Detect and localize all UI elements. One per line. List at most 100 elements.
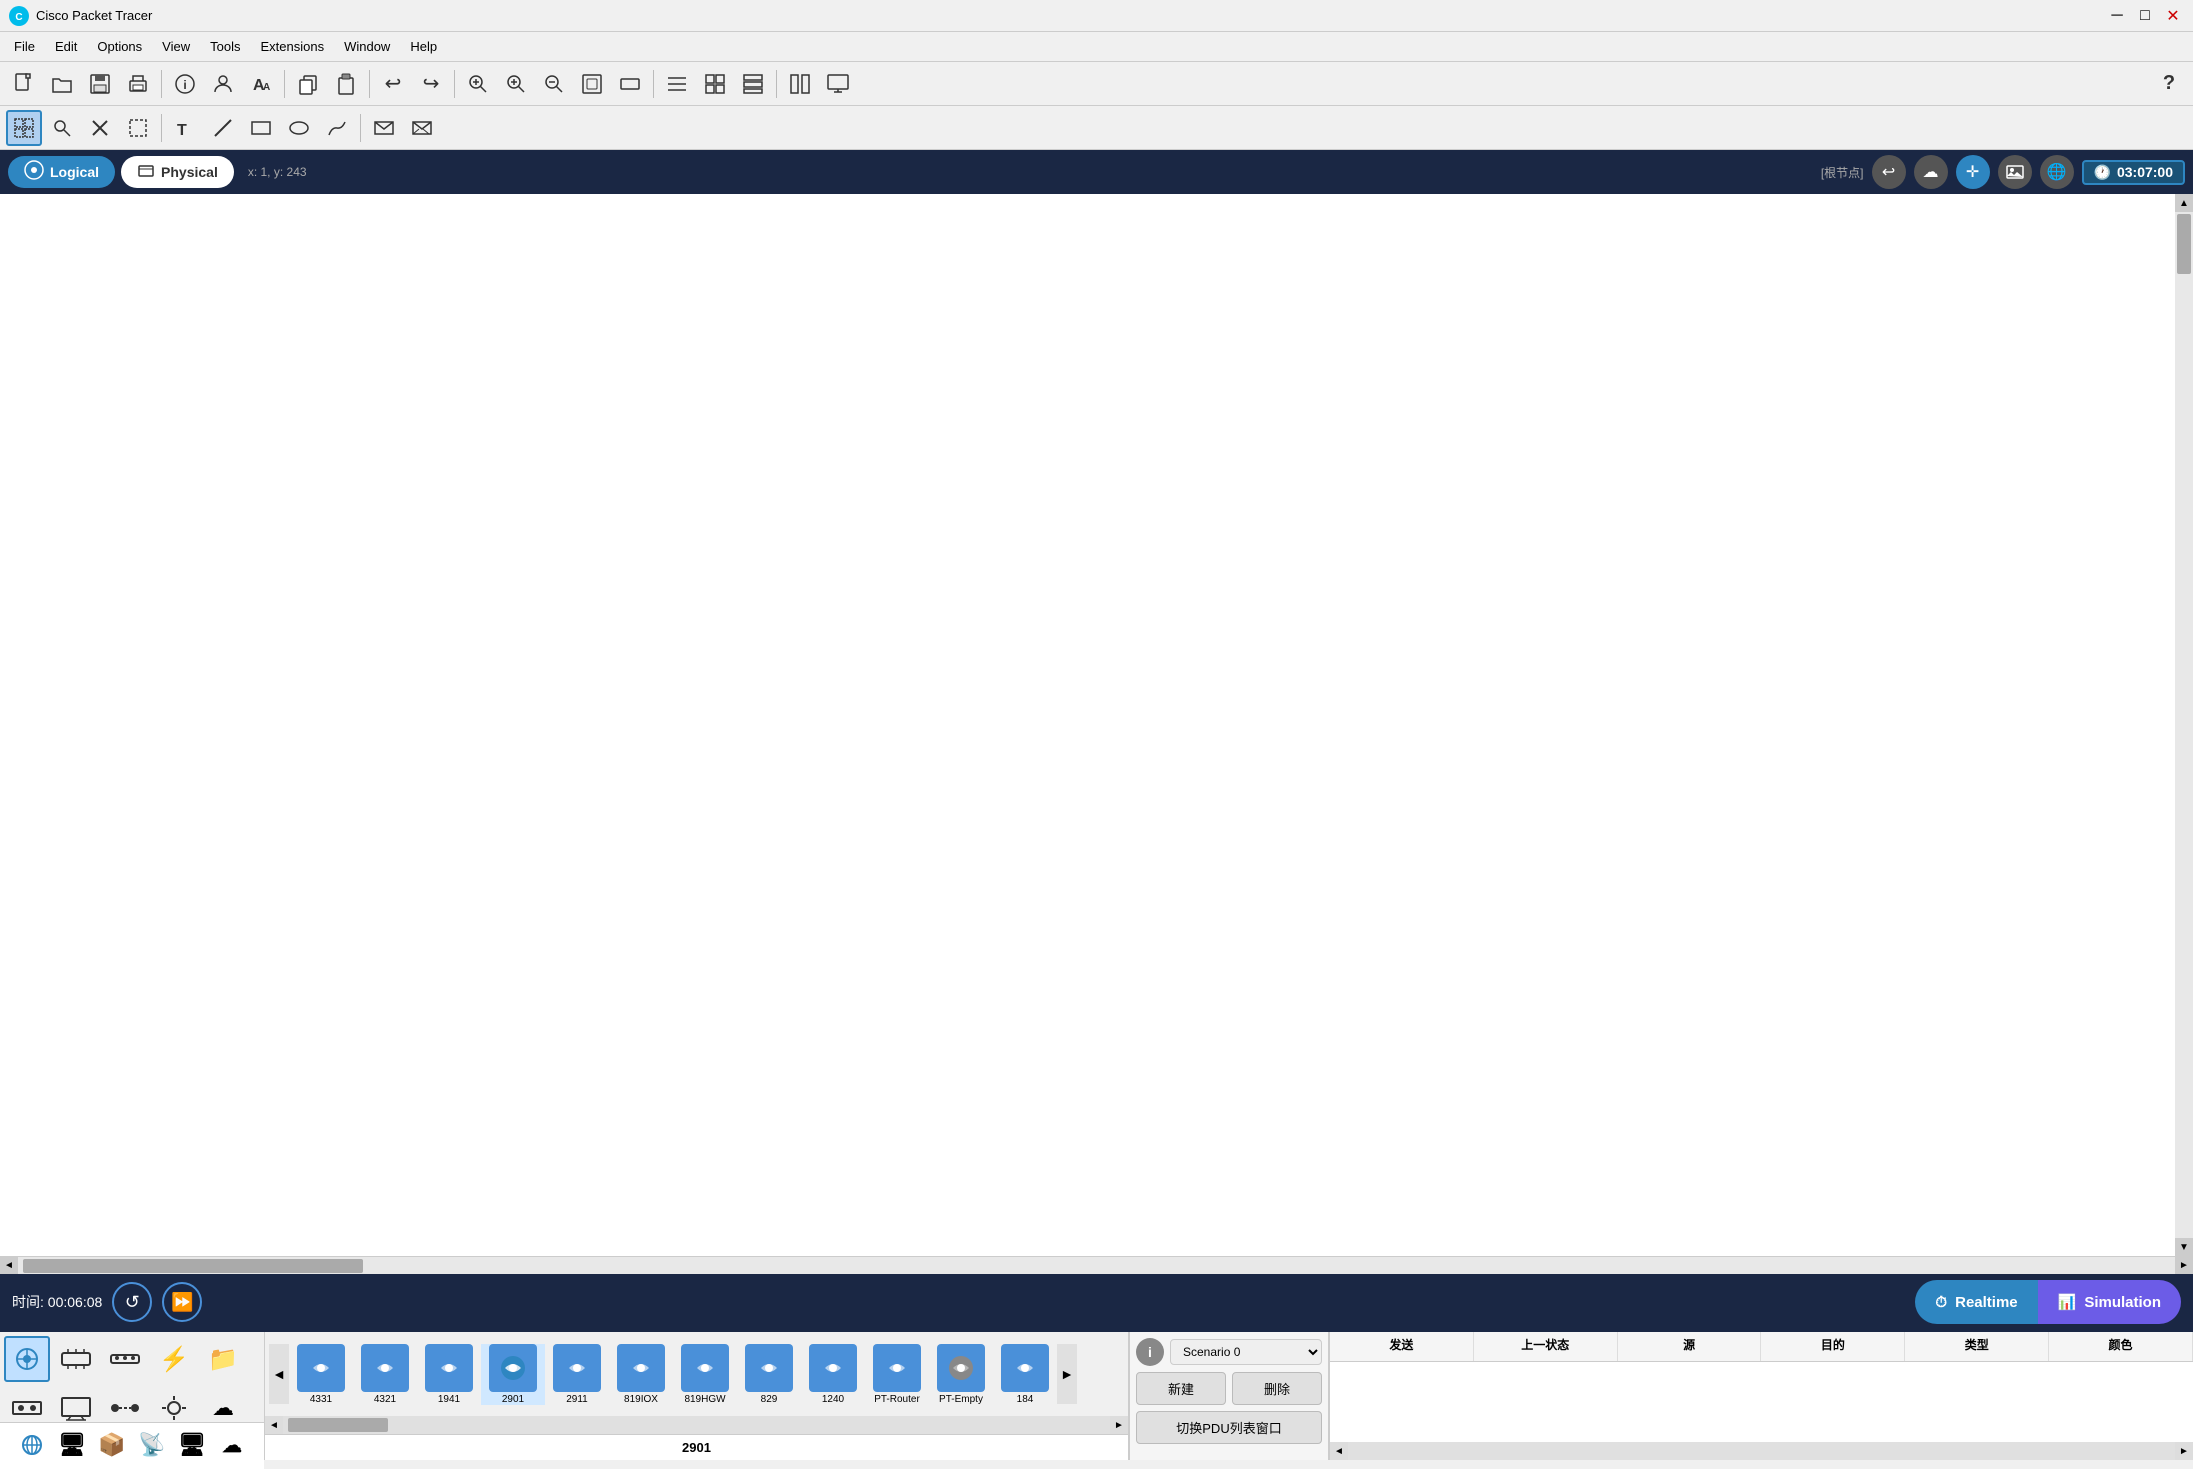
menu-view[interactable]: View <box>152 35 200 58</box>
new-button[interactable] <box>6 66 42 102</box>
activity-info-button[interactable]: i <box>167 66 203 102</box>
hscroll-left[interactable]: ◄ <box>0 1257 18 1275</box>
select-tool-button[interactable] <box>6 110 42 146</box>
custom-zoom-button[interactable] <box>612 66 648 102</box>
device-pt-empty[interactable]: PT-Empty <box>929 1344 993 1405</box>
layers-button[interactable] <box>735 66 771 102</box>
device-4321[interactable]: 4321 <box>353 1344 417 1405</box>
pdu-hscroll-right[interactable]: ► <box>2175 1442 2193 1460</box>
print-button[interactable] <box>120 66 156 102</box>
zoom-out-button[interactable] <box>536 66 572 102</box>
vscroll-thumb[interactable] <box>2177 214 2191 274</box>
zoom-fit-button[interactable] <box>574 66 610 102</box>
cancel-tool-button[interactable] <box>82 110 118 146</box>
undo-button[interactable]: ↩ <box>375 66 411 102</box>
maximize-button[interactable]: □ <box>2133 4 2157 28</box>
minimize-button[interactable]: ─ <box>2105 4 2129 28</box>
logical-tab[interactable]: Logical <box>8 156 115 188</box>
device-829[interactable]: 829 <box>737 1344 801 1405</box>
cat-wireless[interactable]: ⚡ <box>151 1336 197 1382</box>
close-button[interactable]: ✕ <box>2161 4 2185 28</box>
cat2-item6[interactable]: ☁ <box>214 1427 250 1463</box>
device-hscroll[interactable]: ◄ ► <box>265 1416 1128 1434</box>
menu-help[interactable]: Help <box>400 35 447 58</box>
line-tool-button[interactable] <box>205 110 241 146</box>
device-list-next[interactable]: ► <box>1057 1344 1077 1404</box>
pdu-hscroll-left[interactable]: ◄ <box>1330 1442 1348 1460</box>
canvas-area[interactable]: ▲ ▼ <box>0 194 2193 1256</box>
cat-hubs[interactable] <box>102 1336 148 1382</box>
pdu-list-button[interactable]: 切换PDU列表窗口 <box>1136 1411 1322 1444</box>
cat2-item5[interactable]: 🖥 <box>174 1427 210 1463</box>
cloud-button[interactable]: ☁ <box>1914 155 1948 189</box>
reset-button[interactable]: ↺ <box>112 1282 152 1322</box>
grid-button[interactable] <box>697 66 733 102</box>
copy-button[interactable] <box>290 66 326 102</box>
horizontal-scrollbar[interactable]: ◄ ► <box>0 1256 2193 1274</box>
cat-routers[interactable] <box>4 1336 50 1382</box>
list-button[interactable] <box>659 66 695 102</box>
dev-hscroll-right[interactable]: ► <box>1110 1416 1128 1434</box>
vscroll-up[interactable]: ▲ <box>2175 194 2193 212</box>
dev-hscroll-left[interactable]: ◄ <box>265 1416 283 1434</box>
menu-file[interactable]: File <box>4 35 45 58</box>
device-1240[interactable]: 1240 <box>801 1344 865 1405</box>
open-button[interactable] <box>44 66 80 102</box>
device-819hgw[interactable]: 819HGW <box>673 1344 737 1405</box>
menu-edit[interactable]: Edit <box>45 35 87 58</box>
hscroll-thumb[interactable] <box>23 1259 363 1273</box>
menu-window[interactable]: Window <box>334 35 400 58</box>
zoom-to-center-button[interactable] <box>460 66 496 102</box>
realtime-button[interactable]: ⏱ Realtime <box>1915 1280 2037 1324</box>
back-button[interactable]: ↩ <box>1872 155 1906 189</box>
scenario-select[interactable]: Scenario 0 <box>1170 1339 1322 1365</box>
fast-forward-button[interactable]: ⏩ <box>162 1282 202 1322</box>
device-2911[interactable]: 2911 <box>545 1344 609 1405</box>
cat2-item3[interactable]: 📦 <box>94 1427 130 1463</box>
physical-tab[interactable]: Physical <box>121 156 234 188</box>
menu-tools[interactable]: Tools <box>200 35 250 58</box>
user-button[interactable] <box>205 66 241 102</box>
cat2-item1[interactable] <box>14 1427 50 1463</box>
cat-security[interactable]: 📁 <box>200 1336 246 1382</box>
zoom-tool-button[interactable] <box>44 110 80 146</box>
cat2-item2[interactable]: 🖥 <box>54 1427 90 1463</box>
complex-pdu-button[interactable] <box>404 110 440 146</box>
cat-switches[interactable] <box>53 1336 99 1382</box>
device-1941[interactable]: 1941 <box>417 1344 481 1405</box>
cat2-item4[interactable]: 📡 <box>134 1427 170 1463</box>
device-819iox[interactable]: 819IOX <box>609 1344 673 1405</box>
redo-button[interactable]: ↪ <box>413 66 449 102</box>
hscroll-right[interactable]: ► <box>2175 1257 2193 1275</box>
simulation-button[interactable]: 📊 Simulation <box>2038 1280 2181 1324</box>
bg-image-button[interactable] <box>1998 155 2032 189</box>
device-4331[interactable]: 4331 <box>289 1344 353 1405</box>
vertical-scrollbar[interactable]: ▲ ▼ <box>2175 194 2193 1256</box>
delete-scenario-button[interactable]: 删除 <box>1232 1372 1322 1405</box>
device-184[interactable]: 184 <box>993 1344 1057 1405</box>
simple-pdu-button[interactable] <box>366 110 402 146</box>
device-2901[interactable]: 2901 <box>481 1344 545 1405</box>
monitor-button[interactable] <box>820 66 856 102</box>
rect-select-tool-button[interactable] <box>120 110 156 146</box>
columns-button[interactable] <box>782 66 818 102</box>
device-pt-router[interactable]: PT-Router <box>865 1344 929 1405</box>
dev-hscroll-thumb[interactable] <box>288 1418 388 1432</box>
menu-extensions[interactable]: Extensions <box>250 35 334 58</box>
ellipse-tool-button[interactable] <box>281 110 317 146</box>
device-list-prev[interactable]: ◄ <box>269 1344 289 1404</box>
move-button[interactable]: ✛ <box>1956 155 1990 189</box>
network-button[interactable]: 🌐 <box>2040 155 2074 189</box>
vscroll-down[interactable]: ▼ <box>2175 1238 2193 1256</box>
save-button[interactable] <box>82 66 118 102</box>
zoom-in-button[interactable] <box>498 66 534 102</box>
menu-options[interactable]: Options <box>87 35 152 58</box>
font-button[interactable]: AA <box>243 66 279 102</box>
text-tool-button[interactable]: T <box>167 110 203 146</box>
freehand-tool-button[interactable] <box>319 110 355 146</box>
rect-tool-button[interactable] <box>243 110 279 146</box>
help-button[interactable]: ? <box>2151 66 2187 102</box>
new-scenario-button[interactable]: 新建 <box>1136 1372 1226 1405</box>
paste-button[interactable] <box>328 66 364 102</box>
pdu-hscroll[interactable]: ◄ ► <box>1330 1442 2193 1460</box>
